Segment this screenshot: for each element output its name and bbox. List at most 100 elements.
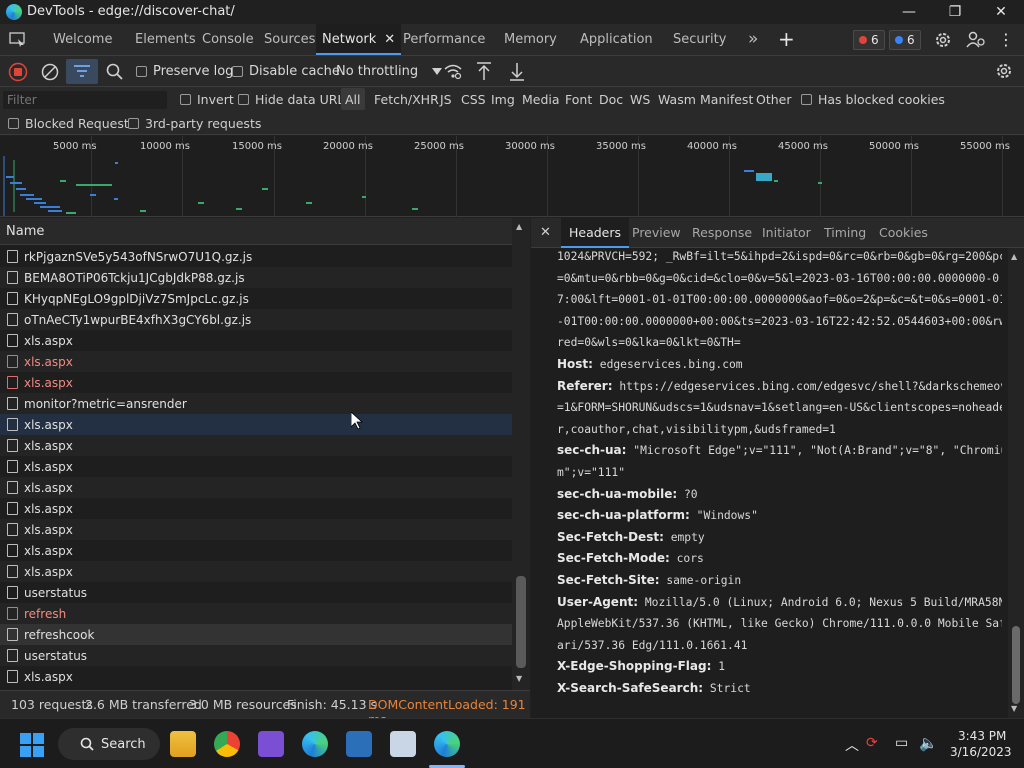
tab-network[interactable]: Network ✕ (316, 24, 402, 55)
network-conditions-icon[interactable] (444, 63, 462, 83)
tab-welcome[interactable]: Welcome (53, 24, 112, 55)
remote-desktop-icon[interactable] (390, 731, 416, 757)
clock-time[interactable]: 3:43 PM (958, 729, 1006, 743)
detail-tab-cookies[interactable]: Cookies (879, 218, 928, 248)
third-party-checkbox[interactable]: 3rd-party requests (128, 112, 261, 134)
settings-gear-icon[interactable] (934, 31, 952, 52)
tray-chevron-up-icon[interactable]: ︿ (845, 735, 859, 755)
export-har-icon[interactable] (509, 62, 525, 84)
detail-tab-timing[interactable]: Timing (824, 218, 866, 248)
type-filter-js[interactable]: JS (440, 88, 452, 110)
request-row[interactable]: xls.aspx (0, 666, 512, 687)
preserve-log-checkbox[interactable]: Preserve log (136, 56, 233, 87)
network-settings-gear-icon[interactable] (995, 62, 1013, 83)
tab-console[interactable]: Console (202, 24, 254, 55)
edge-devtools-taskbar-icon[interactable] (434, 731, 460, 757)
blocked-requests-checkbox[interactable]: Blocked Requests (8, 112, 135, 134)
detail-scrollbar[interactable]: ▲ ▼ (1008, 248, 1024, 718)
filter-input[interactable] (3, 91, 167, 109)
request-row[interactable]: oTnAeCTy1wpurBE4xfhX3gCY6bl.gz.js (0, 309, 512, 330)
column-header-name[interactable]: Name (6, 224, 44, 239)
request-row[interactable]: xls.aspx (0, 519, 512, 540)
request-row[interactable]: refresh (0, 603, 512, 624)
request-row[interactable]: xls.aspx (0, 435, 512, 456)
request-row[interactable]: BEMA8OTiP06Tckju1JCgbJdkP88.gz.js (0, 267, 512, 288)
photos-app-icon[interactable] (346, 731, 372, 757)
errors-badge[interactable]: 6 (853, 30, 885, 50)
taskbar-search[interactable]: Search (58, 728, 160, 760)
edge-taskbar-icon[interactable] (302, 731, 328, 757)
tab-elements[interactable]: Elements (135, 24, 196, 55)
type-filter-other[interactable]: Other (756, 88, 792, 110)
minimize-button[interactable]: — (886, 0, 932, 24)
invert-checkbox[interactable]: Invert (180, 88, 234, 110)
hide-data-urls-checkbox[interactable]: Hide data URLs (238, 88, 351, 110)
detail-scroll-thumb[interactable] (1012, 626, 1020, 704)
tray-sync-icon[interactable]: ⟳ (866, 735, 878, 751)
visual-studio-icon[interactable] (258, 731, 284, 757)
type-filter-fetch-xhr[interactable]: Fetch/XHR (374, 88, 439, 110)
disable-cache-checkbox[interactable]: Disable cache (232, 56, 340, 87)
start-icon[interactable] (20, 733, 44, 760)
filter-toggle-button[interactable] (66, 59, 98, 84)
request-row[interactable]: refreshcook (0, 624, 512, 645)
has-blocked-cookies-checkbox[interactable]: Has blocked cookies (801, 88, 945, 110)
request-row[interactable]: xls.aspx (0, 372, 512, 393)
network-status-icon[interactable]: ▭ (895, 735, 908, 751)
close-tab-icon[interactable]: ✕ (384, 32, 395, 47)
inspect-element-icon[interactable] (9, 32, 26, 50)
close-window-button[interactable]: ✕ (978, 0, 1024, 24)
request-row[interactable]: userstatus (0, 645, 512, 666)
type-filter-doc[interactable]: Doc (599, 88, 623, 110)
detail-tab-response[interactable]: Response (692, 218, 752, 248)
request-row[interactable]: rkPjgaznSVe5y543ofNSrwO7U1Q.gz.js (0, 246, 512, 267)
request-row[interactable]: xls.aspx (0, 561, 512, 582)
warnings-badge[interactable]: 6 (889, 30, 921, 50)
detail-scroll-down-icon[interactable]: ▼ (1011, 704, 1017, 713)
chrome-icon[interactable] (214, 731, 240, 757)
request-row[interactable]: xls.aspx (0, 456, 512, 477)
restore-button[interactable]: ❐ (932, 0, 978, 24)
tab-application[interactable]: Application (580, 24, 653, 55)
request-row[interactable]: xls.aspx (0, 330, 512, 351)
request-row[interactable]: xls.aspx (0, 498, 512, 519)
type-filter-img[interactable]: Img (491, 88, 515, 110)
scroll-up-icon[interactable]: ▲ (516, 222, 522, 231)
customize-user-icon[interactable] (966, 31, 986, 52)
detail-scroll-up-icon[interactable]: ▲ (1011, 252, 1017, 261)
throttling-select[interactable]: No throttling (336, 56, 443, 87)
type-filter-ws[interactable]: WS (630, 88, 650, 110)
more-options-icon[interactable]: ⋮ (998, 30, 1014, 49)
more-tabs-icon[interactable]: » (748, 24, 758, 55)
type-filter-font[interactable]: Font (565, 88, 592, 110)
requests-scrollbar[interactable]: ▲ ▼ (512, 218, 530, 690)
detail-tab-initiator[interactable]: Initiator (762, 218, 811, 248)
request-row[interactable]: xls.aspx (0, 414, 512, 435)
request-row[interactable]: xls.aspx (0, 540, 512, 561)
type-filter-wasm[interactable]: Wasm (658, 88, 696, 110)
tab-sources[interactable]: Sources (264, 24, 315, 55)
type-filter-css[interactable]: CSS (461, 88, 486, 110)
type-filter-manifest[interactable]: Manifest (700, 88, 753, 110)
type-filter-media[interactable]: Media (522, 88, 560, 110)
add-tab-icon[interactable]: + (778, 24, 795, 55)
scroll-down-icon[interactable]: ▼ (516, 674, 522, 683)
detail-tab-headers[interactable]: Headers (561, 218, 630, 248)
network-overview-timeline[interactable]: 5000 ms 10000 ms 15000 ms 20000 ms 25000… (0, 136, 1024, 217)
volume-icon[interactable]: 🔈 (919, 734, 938, 752)
import-har-icon[interactable] (476, 62, 492, 84)
requests-scroll-thumb[interactable] (516, 576, 526, 668)
request-row[interactable]: KHyqpNEgLO9gplDjiVz7SmJpcLc.gz.js (0, 288, 512, 309)
close-detail-icon[interactable]: ✕ (540, 218, 551, 248)
search-icon[interactable] (106, 63, 123, 83)
tab-security[interactable]: Security (673, 24, 726, 55)
type-filter-all[interactable]: All (341, 88, 365, 110)
file-explorer-icon[interactable] (170, 731, 196, 757)
record-stop-icon[interactable] (8, 62, 28, 85)
request-row[interactable]: userstatus (0, 582, 512, 603)
request-row[interactable]: xls.aspx (0, 351, 512, 372)
detail-tab-preview[interactable]: Preview (632, 218, 681, 248)
tab-performance[interactable]: Performance (403, 24, 485, 55)
request-row[interactable]: xls.aspx (0, 477, 512, 498)
clock-date[interactable]: 3/16/2023 (950, 745, 1012, 759)
